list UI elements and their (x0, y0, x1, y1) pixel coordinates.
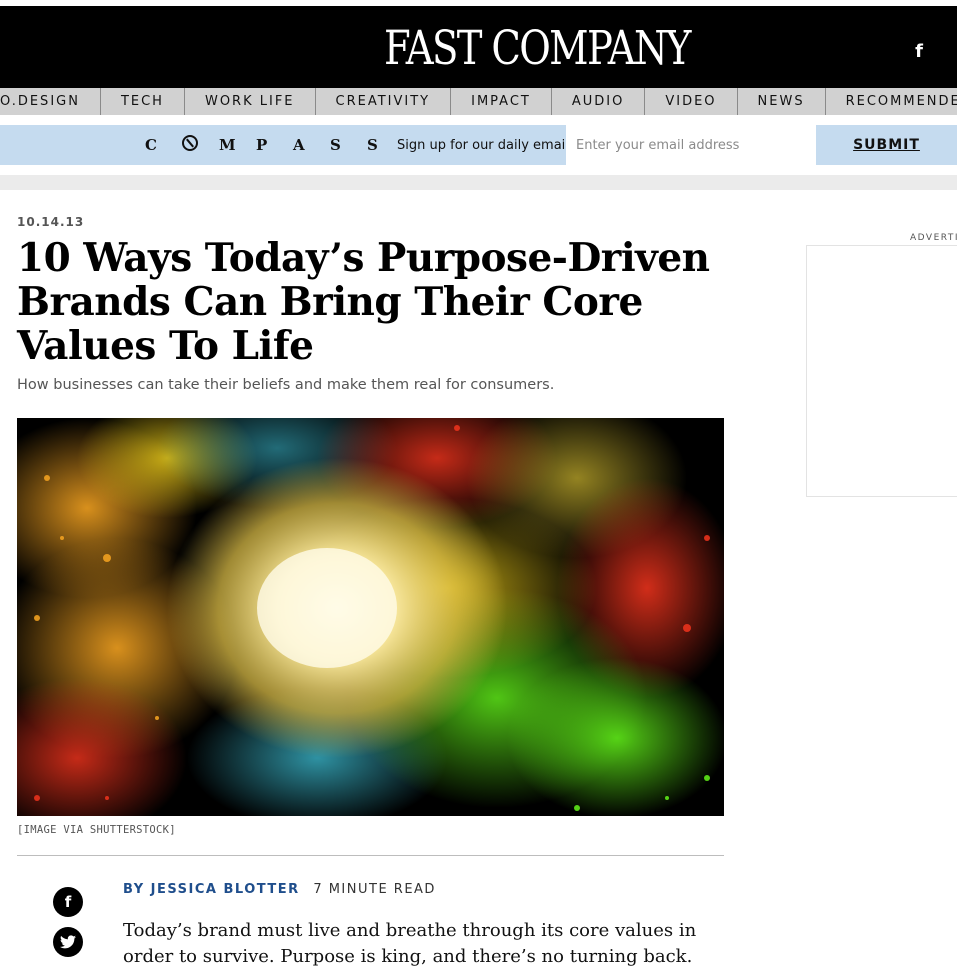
article-body-lead: Today’s brand must live and breathe thro… (123, 920, 697, 967)
email-input[interactable] (566, 125, 816, 165)
compass-letter-s1: S (330, 136, 341, 154)
compass-letter-p: P (256, 136, 268, 154)
article-headline: 10 Ways Today’s Purpose-Driven Brands Ca… (17, 235, 710, 369)
nav-item-work-life[interactable]: WORK LIFE (185, 88, 316, 115)
nav-item-video[interactable]: VIDEO (645, 88, 738, 115)
author-link[interactable]: BY JESSICA BLOTTER (123, 882, 300, 897)
signup-text: Sign up for our daily email. (397, 138, 574, 153)
image-caption: [IMAGE VIA SHUTTERSTOCK] (17, 824, 176, 836)
header-divider (0, 175, 957, 190)
section-nav: O.DESIGN TECH WORK LIFE CREATIVITY IMPACT AUD… (0, 88, 957, 115)
byline: BY JESSICA BLOTTER 7 MINUTE READ (123, 882, 436, 900)
twitter-bird-icon (60, 935, 76, 949)
nav-item-impact[interactable]: IMPACT (451, 88, 552, 115)
compass-logo: C M P A S S (145, 125, 404, 165)
advertisement-slot (806, 245, 957, 497)
compass-letter-o (182, 135, 219, 155)
nav-item-recommender[interactable]: RECOMMENDER (826, 88, 957, 115)
newsletter-bar: C M P A S S Sign up for our daily email.… (0, 125, 957, 165)
site-header: FAST COMPANY f (0, 6, 957, 88)
nav-item-news[interactable]: NEWS (738, 88, 826, 115)
nav-item-o-design[interactable]: O.DESIGN (0, 88, 101, 115)
advertisement-label: ADVERTI (910, 233, 957, 243)
facebook-share-icon[interactable]: f (53, 887, 83, 917)
compass-letter-c: C (145, 136, 157, 154)
nav-item-creativity[interactable]: CREATIVITY (316, 88, 452, 115)
nav-item-tech[interactable]: TECH (101, 88, 185, 115)
content-divider (17, 855, 724, 856)
hero-image (17, 418, 724, 816)
submit-button[interactable]: SUBMIT (816, 125, 957, 165)
read-time: 7 MINUTE READ (313, 882, 436, 897)
facebook-icon[interactable]: f (909, 40, 929, 64)
compass-letter-m: M (219, 136, 236, 154)
color-powder-explosion-image (17, 418, 724, 816)
compass-letter-a: A (293, 136, 305, 154)
article-dek: How businesses can take their beliefs an… (17, 377, 555, 393)
nav-item-audio[interactable]: AUDIO (552, 88, 646, 115)
twitter-share-icon[interactable] (53, 927, 83, 957)
article-date: 10.14.13 (17, 215, 85, 229)
compass-icon (182, 135, 198, 151)
fast-company-logo[interactable]: FAST COMPANY (384, 24, 691, 74)
